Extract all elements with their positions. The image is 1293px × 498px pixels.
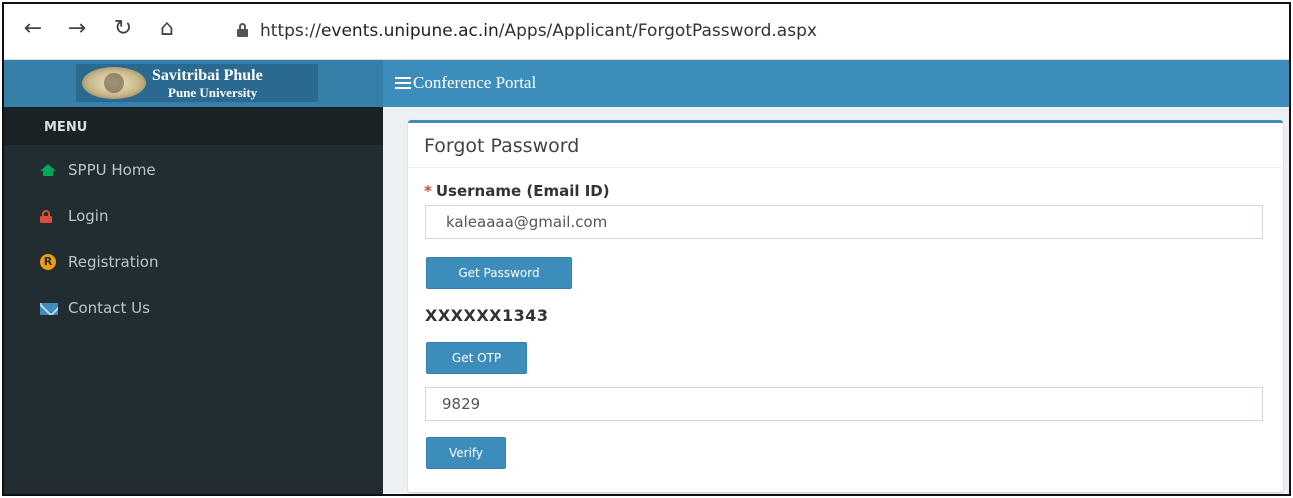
browser-toolbar: ← → ↻ ⌂ https://events.unipune.ac.in/App… [4, 4, 1289, 60]
home-icon[interactable]: ⌂ [152, 14, 182, 44]
sidebar-item-sppu-home[interactable]: SPPU Home [4, 148, 383, 194]
get-password-button[interactable]: Get Password [426, 257, 572, 289]
username-input[interactable] [425, 205, 1263, 239]
otp-input[interactable] [425, 387, 1263, 421]
arrow-right-icon[interactable]: → [62, 14, 92, 44]
url-path: /Apps/Applicant/ForgotPassword.aspx [498, 21, 817, 41]
lock-icon[interactable] [237, 23, 248, 37]
sidebar-item-label: SPPU Home [68, 161, 156, 179]
sidebar-item-label: Registration [68, 253, 159, 271]
university-logo[interactable]: Savitribai Phule Pune University [76, 64, 318, 102]
envelope-icon [40, 303, 58, 315]
top-navbar: Conference Portal [383, 60, 1289, 107]
arrow-left-icon[interactable]: ← [18, 14, 48, 44]
portal-title[interactable]: Conference Portal [413, 73, 536, 93]
registered-icon: R [40, 254, 56, 270]
required-marker: * [424, 182, 432, 200]
username-label: * Username (Email ID) [424, 182, 610, 200]
university-emblem-icon [82, 67, 146, 99]
app-window: ← → ↻ ⌂ https://events.unipune.ac.in/App… [2, 2, 1291, 496]
sidebar-item-label: Login [68, 207, 109, 225]
sidebar: MENU SPPU Home Login R Registration Cont… [4, 107, 383, 494]
sidebar-item-registration[interactable]: R Registration [4, 240, 383, 286]
masked-phone-number: XXXXXX1343 [425, 306, 549, 325]
logo-area: Savitribai Phule Pune University [4, 60, 383, 107]
sidebar-item-label: Contact Us [68, 299, 150, 317]
logo-line-2: Pune University [168, 85, 258, 100]
forgot-password-panel: Forgot Password *Username (Email ID) Get… [408, 120, 1283, 492]
sidebar-item-login[interactable]: Login [4, 194, 383, 240]
menu-header: MENU [4, 107, 383, 145]
verify-button[interactable]: Verify [426, 437, 506, 469]
panel-title: Forgot Password [408, 123, 1283, 168]
address-bar[interactable]: https://events.unipune.ac.in/Apps/Applic… [260, 21, 817, 41]
lock-icon [40, 210, 52, 223]
url-host: events.unipune.ac.in [320, 21, 499, 41]
hamburger-icon[interactable] [395, 77, 411, 89]
logo-line-1: Savitribai Phule [152, 67, 263, 84]
reload-icon[interactable]: ↻ [108, 14, 138, 44]
get-otp-button[interactable]: Get OTP [426, 342, 527, 374]
home-icon [40, 164, 56, 176]
url-scheme: https:// [260, 21, 321, 41]
sidebar-item-contact-us[interactable]: Contact Us [4, 286, 383, 332]
username-label-text: Username (Email ID) [435, 182, 610, 200]
